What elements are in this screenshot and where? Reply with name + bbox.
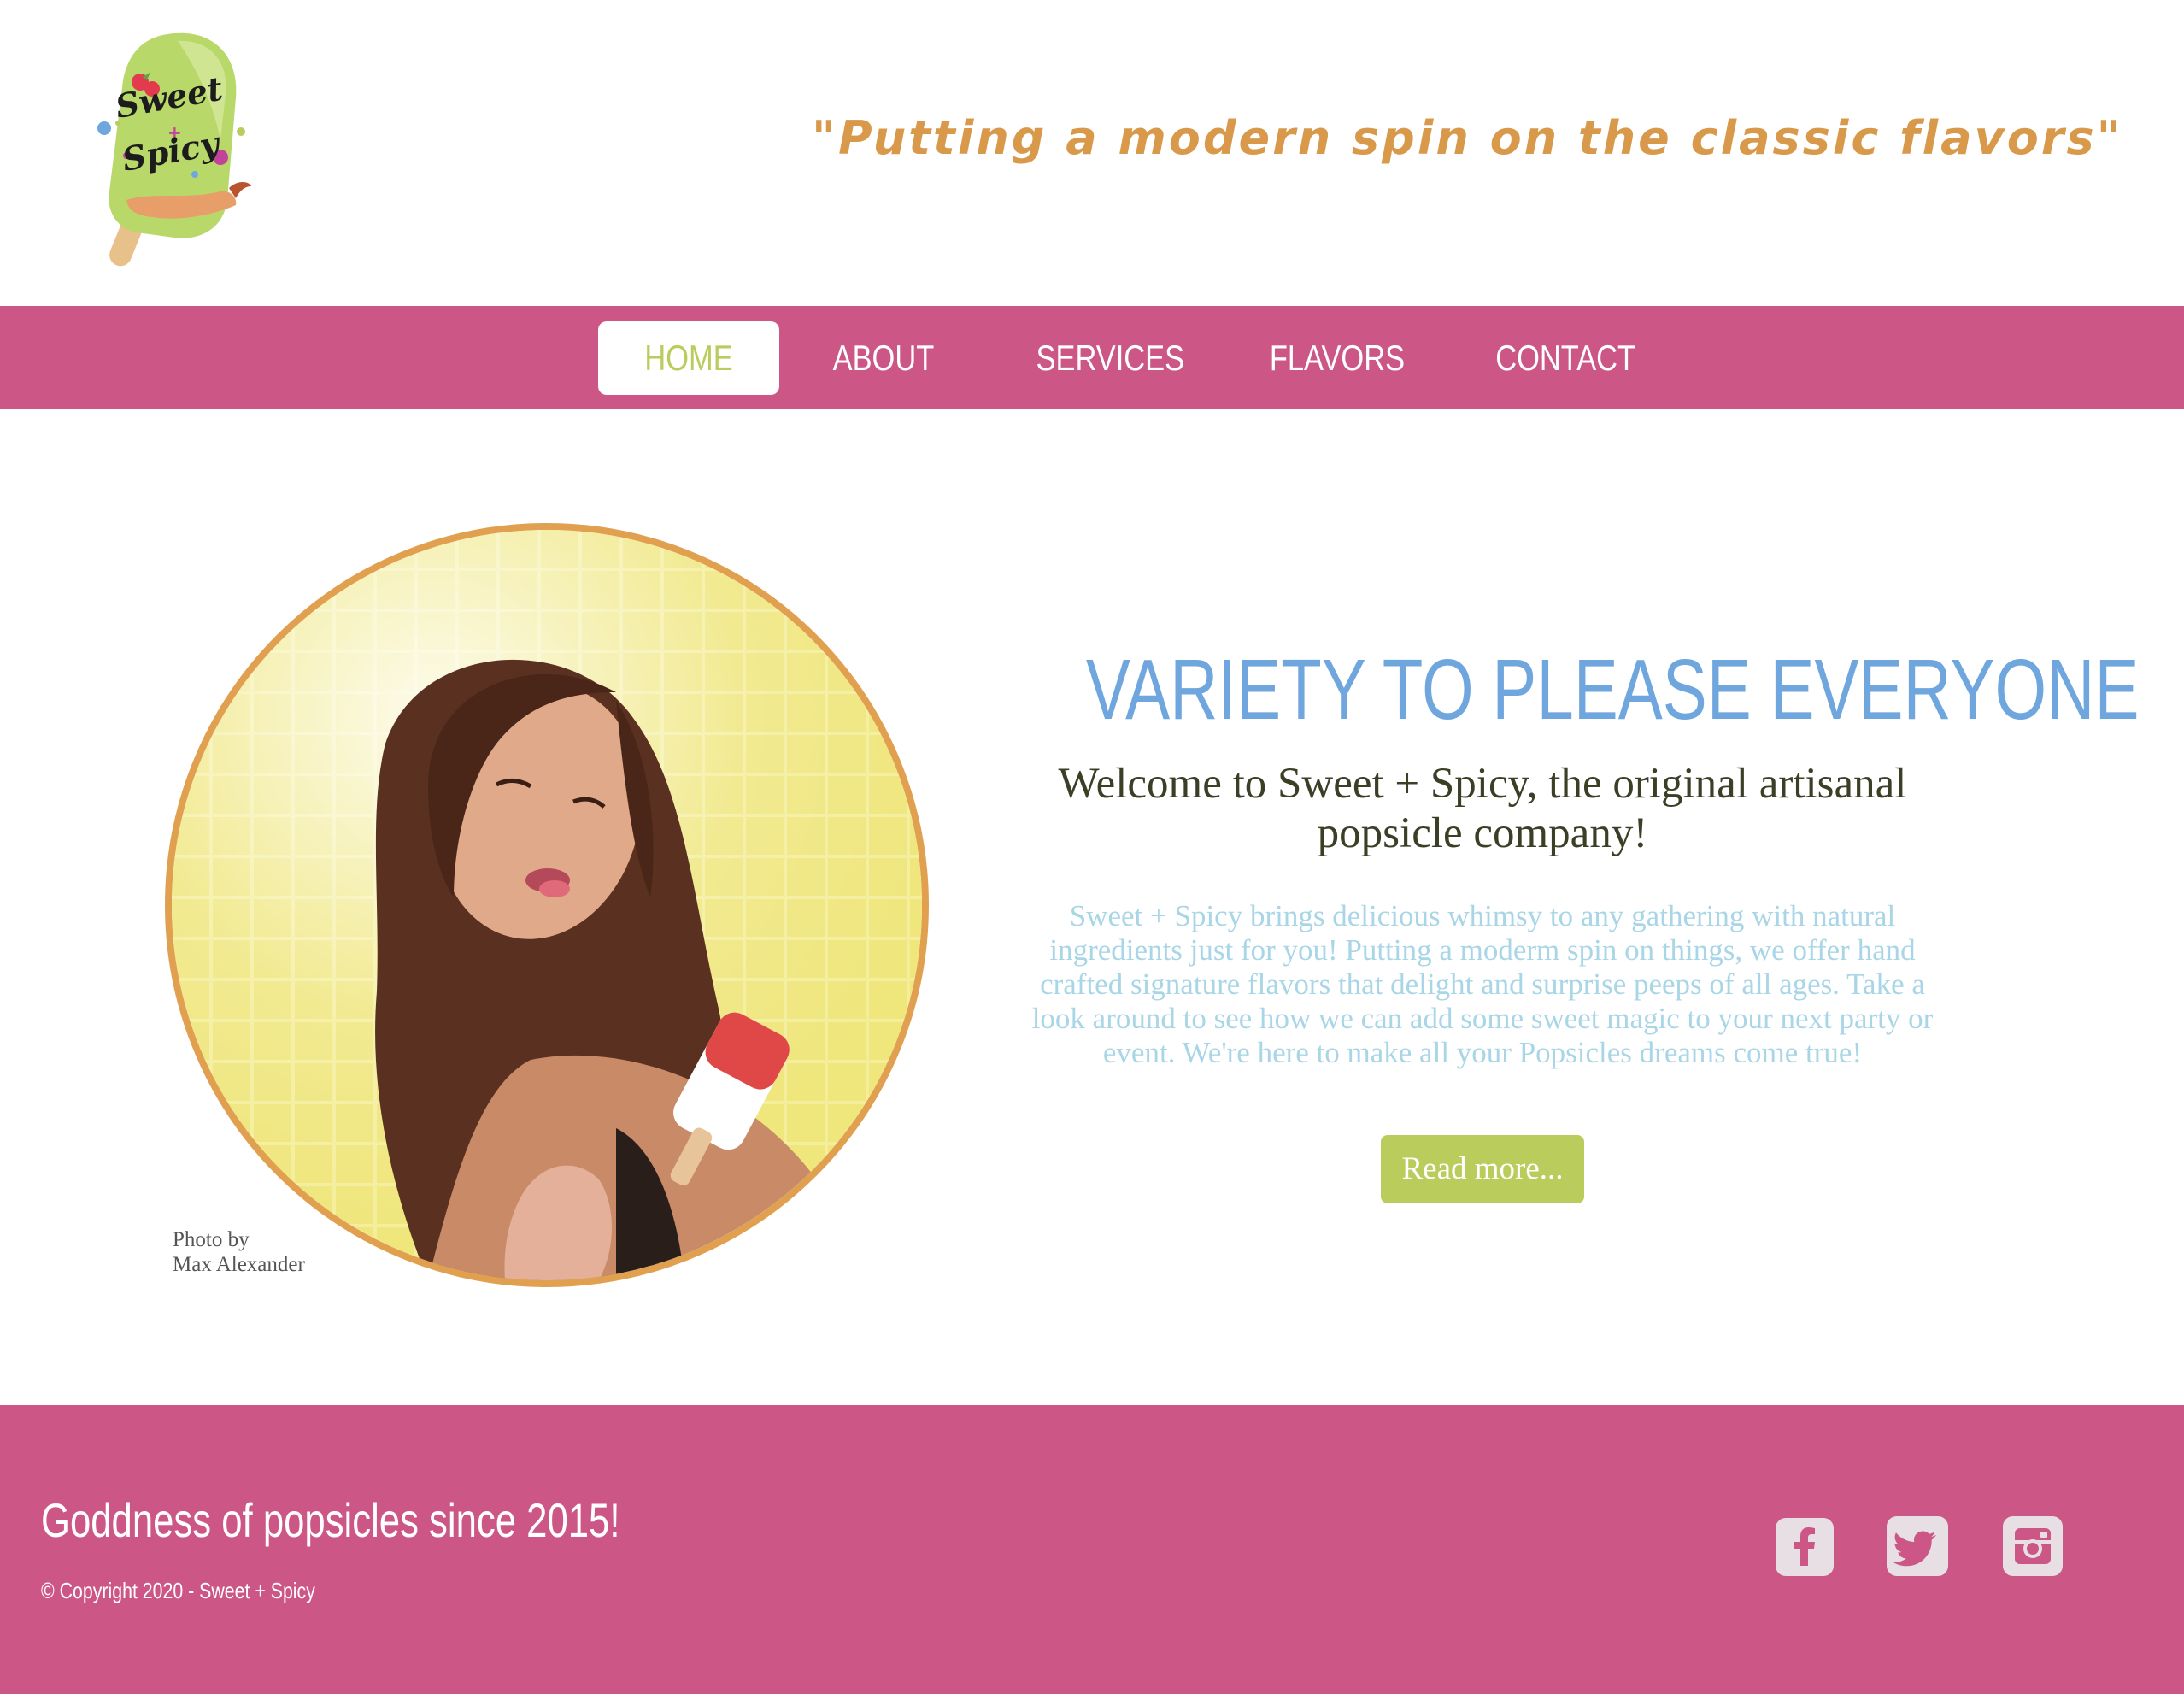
nav-item-home[interactable]: HOME — [598, 321, 779, 395]
instagram-link[interactable] — [2003, 1516, 2063, 1576]
twitter-icon — [1893, 1531, 1936, 1567]
nav-item-about[interactable]: ABOUT — [833, 321, 935, 395]
hero-title: VARIETY TO PLEASE EVERYONE — [1085, 642, 2140, 738]
popsicle-logo-icon: Sweet + Spicy — [97, 32, 251, 267]
photo-credit: Photo by Max Alexander — [173, 1227, 305, 1277]
twitter-link[interactable] — [1887, 1516, 1948, 1576]
header-tagline: "Putting a modern spin on the classic fl… — [812, 111, 2123, 165]
main-nav: HOME ABOUT SERVICES FLAVORS CONTACT — [0, 306, 2184, 409]
photo-credit-line1: Photo by — [173, 1228, 250, 1251]
nav-item-contact[interactable]: CONTACT — [1495, 321, 1635, 395]
site-logo[interactable]: Sweet + Spicy — [92, 29, 256, 270]
facebook-link[interactable] — [1776, 1518, 1834, 1576]
read-more-button[interactable]: Read more... — [1381, 1135, 1584, 1203]
hero-photo — [165, 523, 929, 1287]
nav-item-flavors[interactable]: FLAVORS — [1270, 321, 1405, 395]
site-header: Sweet + Spicy "Putting a modern spin on … — [0, 0, 2184, 306]
hero-body-text: Sweet + Spicy brings delicious whimsy to… — [1031, 899, 1934, 1069]
instagram-icon — [2015, 1528, 2051, 1564]
footer-headline: Goddness of popsicles since 2015! — [41, 1493, 620, 1547]
woman-with-popsicle-image — [172, 530, 922, 1280]
footer-copyright: © Copyright 2020 - Sweet + Spicy — [41, 1578, 315, 1603]
hero-subtitle: Welcome to Sweet + Spicy, the original a… — [1058, 760, 1907, 857]
nav-label-home: HOME — [644, 338, 733, 378]
site-footer: Goddness of popsicles since 2015! © Copy… — [0, 1405, 2184, 1694]
facebook-icon — [1794, 1527, 1815, 1566]
photo-credit-line2: Max Alexander — [173, 1253, 305, 1276]
nav-item-services[interactable]: SERVICES — [1036, 321, 1185, 395]
